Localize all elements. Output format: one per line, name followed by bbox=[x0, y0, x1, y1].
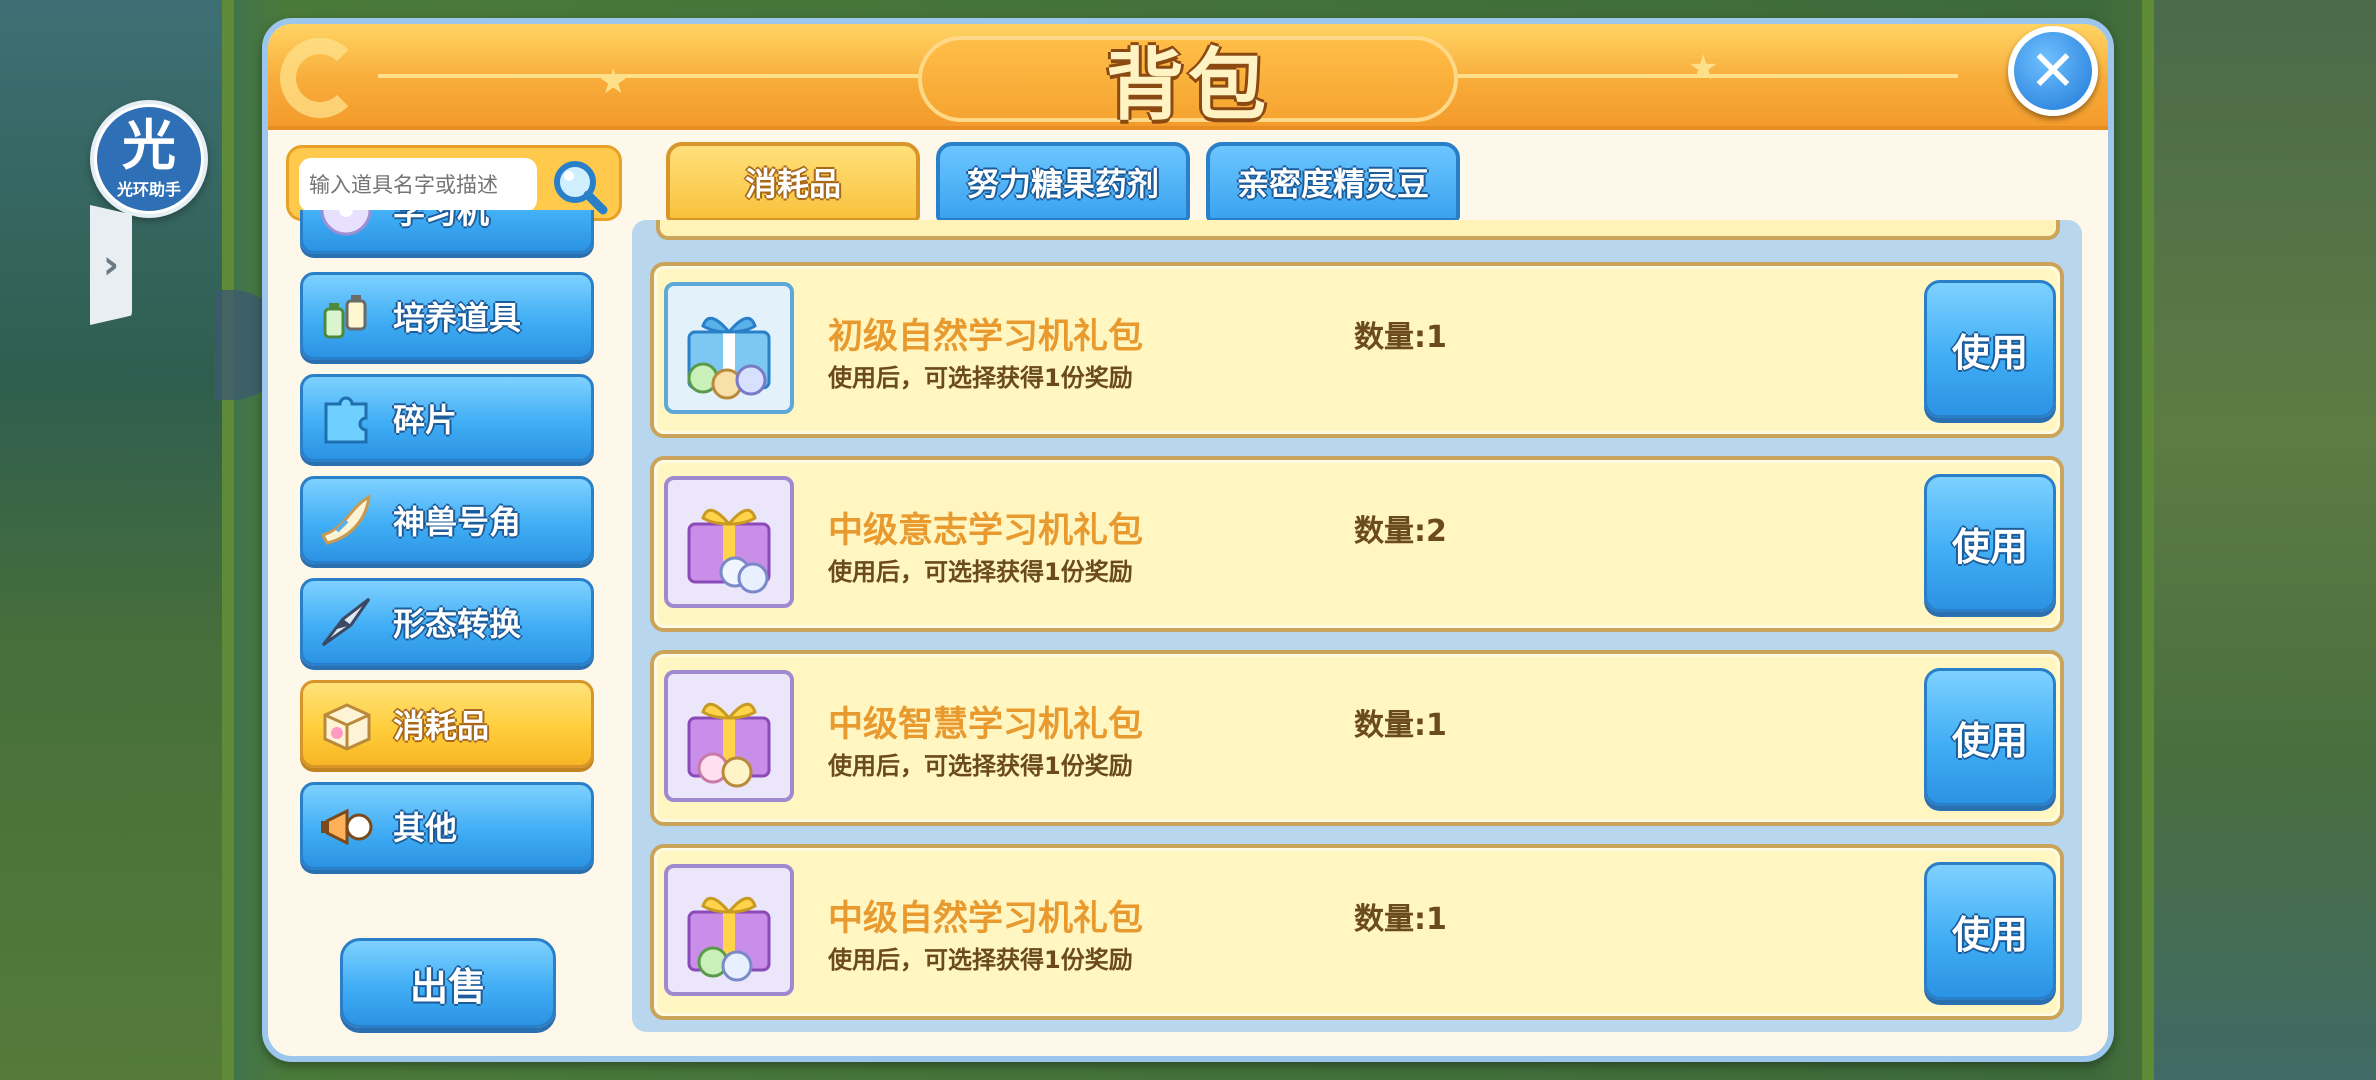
disc-icon bbox=[315, 210, 377, 241]
panel-header: ★ ★ 背包 bbox=[268, 24, 2108, 131]
item-quantity: 数量:1 bbox=[1354, 902, 1447, 937]
tab-effort-candy-potion[interactable]: 努力糖果药剂 bbox=[936, 142, 1190, 222]
header-decoration-icon bbox=[280, 38, 360, 118]
background-right bbox=[2146, 0, 2376, 1080]
window-title: 背包 bbox=[1105, 41, 1270, 131]
search-input[interactable] bbox=[299, 158, 537, 212]
item-row: 初级自然学习机礼包 使用后，可选择获得1份奖励 数量:1 使用 bbox=[650, 262, 2064, 438]
category-training-items[interactable]: 培养道具 bbox=[300, 272, 594, 360]
category-form-change[interactable]: 形态转换 bbox=[300, 578, 594, 666]
sell-button[interactable]: 出售 bbox=[340, 938, 556, 1028]
close-icon: ✕ bbox=[2029, 38, 2077, 104]
item-name: 初级自然学习机礼包 bbox=[828, 317, 1144, 357]
category-list: 学习机 培养道具 碎片 神兽号角 形态转换 消耗品 其他 bbox=[296, 210, 600, 900]
category-label: 其他 bbox=[393, 809, 458, 847]
item-row-partial bbox=[656, 220, 2060, 240]
title-plate: 背包 bbox=[918, 36, 1458, 131]
item-row: 中级意志学习机礼包 使用后，可选择获得1份奖励 数量:2 使用 bbox=[650, 456, 2064, 632]
search-icon[interactable] bbox=[547, 154, 611, 218]
side-expand-arrow-icon[interactable]: › bbox=[90, 205, 132, 325]
gift-box-purple-icon bbox=[664, 670, 794, 802]
use-button[interactable]: 使用 bbox=[1924, 862, 2056, 1000]
gift-box-purple-icon bbox=[664, 476, 794, 608]
item-row: 中级智慧学习机礼包 使用后，可选择获得1份奖励 数量:1 使用 bbox=[650, 650, 2064, 826]
item-description: 使用后，可选择获得1份奖励 bbox=[828, 558, 1133, 586]
item-description: 使用后，可选择获得1份奖励 bbox=[828, 364, 1133, 392]
star-icon: ★ bbox=[1688, 48, 1719, 88]
box-icon bbox=[315, 693, 377, 755]
puzzle-icon bbox=[315, 387, 377, 449]
item-description: 使用后，可选择获得1份奖励 bbox=[828, 752, 1133, 780]
background-frame-right bbox=[2142, 0, 2154, 1080]
category-label: 形态转换 bbox=[393, 605, 522, 643]
arrowhead-icon bbox=[315, 591, 377, 653]
item-description: 使用后，可选择获得1份奖励 bbox=[828, 946, 1133, 974]
category-consumables[interactable]: 消耗品 bbox=[300, 680, 594, 768]
item-quantity: 数量:1 bbox=[1354, 708, 1447, 743]
item-quantity: 数量:1 bbox=[1354, 320, 1447, 355]
item-quantity: 数量:2 bbox=[1354, 514, 1447, 549]
use-button[interactable]: 使用 bbox=[1924, 668, 2056, 806]
background-frame-left bbox=[222, 0, 234, 1080]
gift-box-purple-icon bbox=[664, 864, 794, 996]
tab-intimacy-spirit-bean[interactable]: 亲密度精灵豆 bbox=[1206, 142, 1460, 222]
category-others[interactable]: 其他 bbox=[300, 782, 594, 870]
helper-floating-button[interactable]: 光 光环助手 bbox=[90, 100, 208, 218]
horn-icon bbox=[315, 489, 377, 551]
category-fragments[interactable]: 碎片 bbox=[300, 374, 594, 462]
tab-label: 努力糖果药剂 bbox=[966, 165, 1159, 203]
category-label: 神兽号角 bbox=[393, 503, 522, 541]
tab-label: 消耗品 bbox=[744, 165, 841, 203]
item-name: 中级意志学习机礼包 bbox=[828, 511, 1144, 551]
potion-icon bbox=[315, 285, 377, 347]
item-list: 初级自然学习机礼包 使用后，可选择获得1份奖励 数量:1 使用 中级意志学习机礼… bbox=[632, 220, 2082, 1032]
category-divine-beast-horn[interactable]: 神兽号角 bbox=[300, 476, 594, 564]
item-name: 中级自然学习机礼包 bbox=[828, 899, 1144, 939]
helper-label: 光环助手 bbox=[116, 180, 181, 199]
tab-label: 亲密度精灵豆 bbox=[1236, 165, 1429, 203]
close-button[interactable]: ✕ bbox=[2008, 26, 2098, 116]
category-label: 碎片 bbox=[393, 401, 458, 439]
item-row: 中级自然学习机礼包 使用后，可选择获得1份奖励 数量:1 使用 bbox=[650, 844, 2064, 1020]
item-name: 中级智慧学习机礼包 bbox=[828, 705, 1144, 745]
gift-box-blue-icon bbox=[664, 282, 794, 414]
helper-glyph: 光 bbox=[122, 114, 176, 177]
category-label: 培养道具 bbox=[393, 299, 522, 337]
tab-consumables[interactable]: 消耗品 bbox=[666, 142, 920, 222]
category-label: 学习机 bbox=[393, 210, 490, 231]
star-icon: ★ bbox=[598, 62, 629, 102]
category-learning-machine[interactable]: 学习机 bbox=[300, 210, 594, 254]
use-button[interactable]: 使用 bbox=[1924, 474, 2056, 612]
megaphone-icon bbox=[315, 795, 377, 857]
use-button[interactable]: 使用 bbox=[1924, 280, 2056, 418]
category-label: 消耗品 bbox=[393, 707, 490, 745]
